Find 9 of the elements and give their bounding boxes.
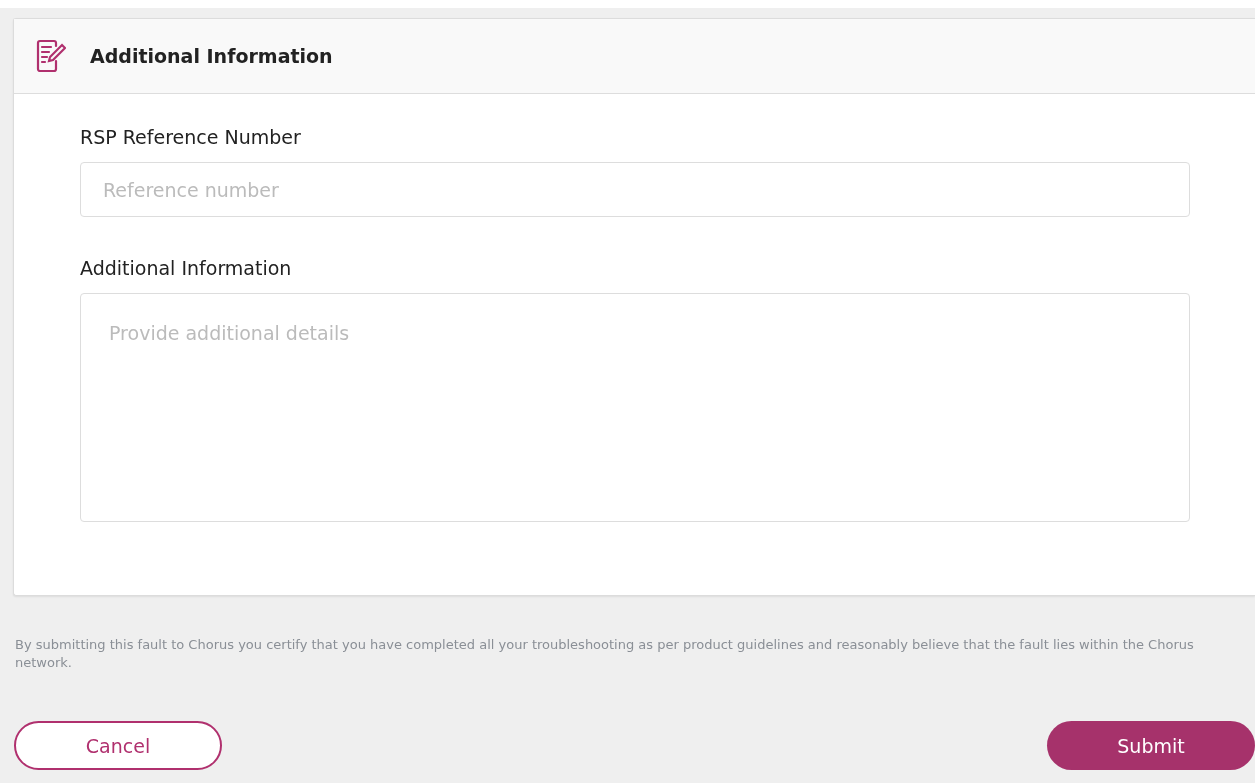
submit-button[interactable]: Submit bbox=[1047, 721, 1255, 770]
section-title: Additional Information bbox=[90, 45, 333, 67]
field-label: Additional Information bbox=[80, 257, 293, 279]
input-field[interactable]: Reference number bbox=[80, 162, 1190, 217]
cancel-button[interactable]: Cancel bbox=[14, 721, 222, 770]
disclaimer-text: By submitting this fault to Chorus you certify that you have completed all your troubleshooting as per product guidelines and reasonably believe that the fault lies within the Chorus network. bbox=[15, 636, 1195, 672]
notepad-pencil-icon bbox=[36, 39, 66, 73]
field-label: RSP Reference Number bbox=[80, 126, 302, 148]
text-area[interactable]: Provide additional details bbox=[80, 293, 1190, 522]
